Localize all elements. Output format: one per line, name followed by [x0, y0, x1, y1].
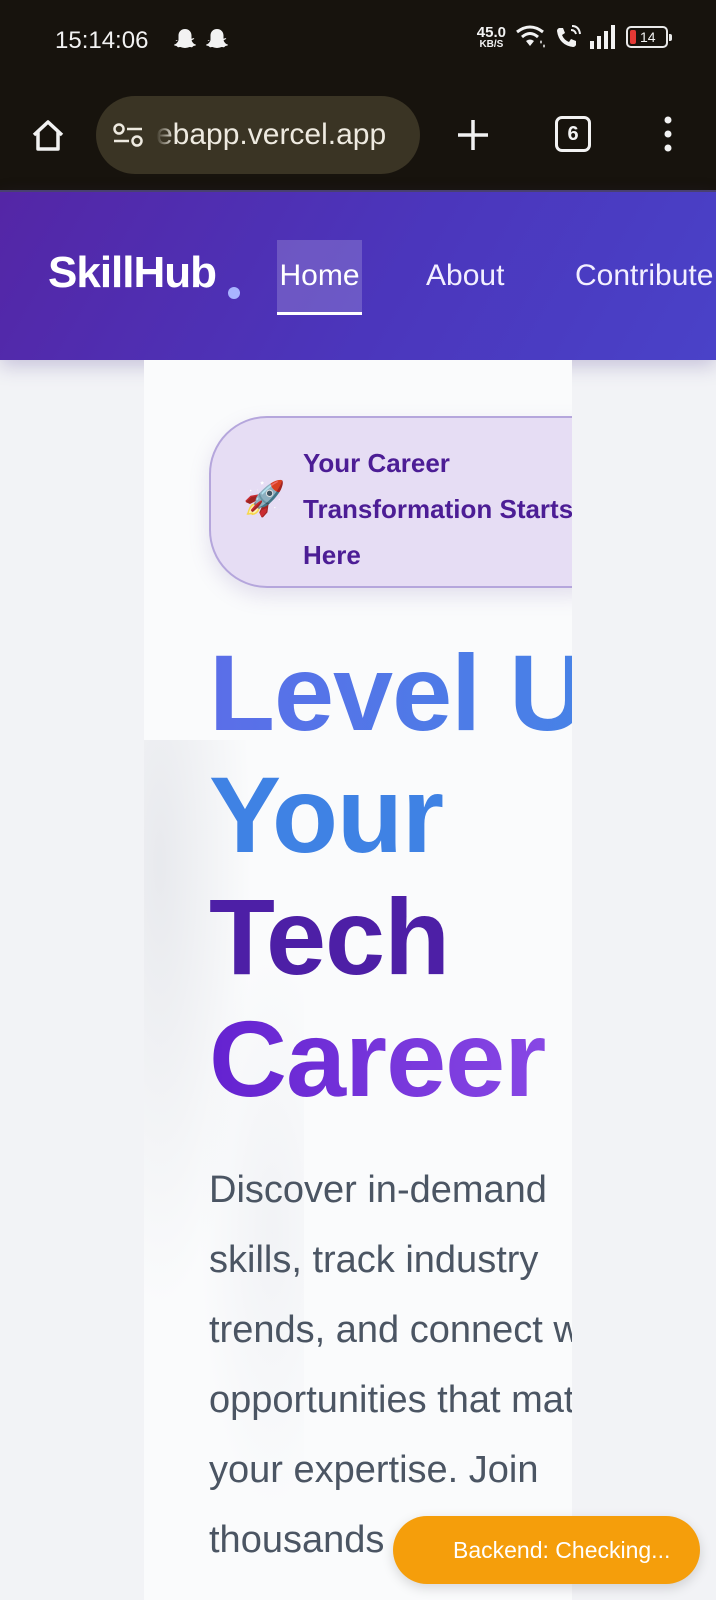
- browser-toolbar: ebapp.vercel.app 6: [0, 84, 716, 190]
- tab-switcher-icon[interactable]: 6: [555, 116, 591, 152]
- signal-icon: [590, 25, 615, 49]
- tab-count: 6: [567, 122, 579, 145]
- address-bar[interactable]: ebapp.vercel.app: [96, 96, 420, 174]
- site-settings-icon[interactable]: [112, 121, 144, 149]
- hero-section: 🚀 Your Career Transformation Starts Here…: [144, 360, 572, 1600]
- notification-icons: [173, 27, 229, 53]
- hero-title-line-3: Tech: [209, 876, 450, 997]
- nav-home[interactable]: Home: [277, 240, 362, 315]
- site-logo[interactable]: SkillHub: [48, 248, 217, 298]
- nav-contribute[interactable]: Contribute: [575, 240, 713, 312]
- backend-status-pill[interactable]: Backend: Checking...: [393, 1516, 700, 1584]
- backend-status-text: Backend: Checking...: [453, 1536, 671, 1563]
- battery-level: 14: [640, 29, 656, 45]
- career-badge: 🚀 Your Career Transformation Starts Here: [209, 416, 572, 588]
- status-time: 15:14:06: [55, 27, 149, 54]
- site-header: SkillHub Home About Contribute: [0, 192, 716, 360]
- menu-icon[interactable]: [656, 114, 680, 154]
- url-text[interactable]: ebapp.vercel.app: [156, 118, 386, 152]
- net-speed-value: 45.0: [476, 23, 506, 41]
- net-speed: 45.0 KB/S: [477, 25, 506, 50]
- status-bar: 15:14:06 45.0 KB/S 14: [0, 0, 716, 84]
- hero-title-line-4: Career: [209, 998, 572, 1120]
- battery-icon: 14: [626, 26, 672, 48]
- nav-about[interactable]: About: [426, 240, 504, 312]
- wifi-icon: [516, 25, 545, 48]
- hero-title-line-2: Your: [209, 754, 444, 875]
- new-tab-icon[interactable]: [455, 117, 491, 153]
- badge-text: Your Career Transformation Starts Here: [303, 448, 572, 570]
- hero-title-line-1: Level Up: [209, 632, 572, 754]
- snapchat-ghost-icon: [206, 29, 228, 48]
- net-speed-unit: KB/S: [479, 38, 504, 50]
- wifi-calling-icon: [557, 25, 581, 47]
- status-indicators: 45.0 KB/S 14: [477, 24, 672, 50]
- logo-dot: [228, 287, 240, 299]
- snapchat-ghost-icon: [174, 29, 196, 48]
- home-icon[interactable]: [28, 115, 68, 155]
- hero-title: Level Up Your Tech Career: [209, 632, 572, 1120]
- rocket-icon: 🚀: [243, 480, 286, 518]
- hero-description: Discover in-demand skills, track industr…: [209, 1169, 572, 1561]
